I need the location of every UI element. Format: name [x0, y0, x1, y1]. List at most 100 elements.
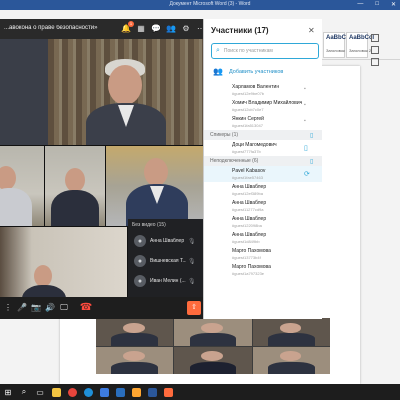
- participant-row[interactable]: Янкин Сергей #guest1fa513047 ▪: [204, 114, 322, 130]
- style-name: Заголовок 2: [349, 48, 372, 53]
- participant-name: Анна Шваблер: [232, 232, 267, 238]
- word-title: Документ Microsoft Word (3) - Word: [169, 1, 251, 7]
- video-off-icon: ▪: [304, 118, 306, 124]
- participant-row[interactable]: Анна Шваблер #guest11277cd9a: [204, 198, 322, 214]
- no-video-item[interactable]: ● Анна Шваблер 🎙: [128, 231, 203, 251]
- participants-list: Харламов Валентин #guest12e9be07b ▪ Хоми…: [204, 82, 322, 278]
- add-participants-button[interactable]: 👥 Добавить участников: [213, 67, 283, 76]
- no-video-title: Без видео (15): [132, 222, 166, 228]
- mic-muted-icon: 🎙: [188, 238, 196, 245]
- minimize-icon[interactable]: —: [357, 1, 363, 9]
- word-icon[interactable]: [144, 384, 160, 400]
- search-icon[interactable]: ⌕: [16, 384, 32, 400]
- meeting-app-icon[interactable]: [160, 384, 176, 400]
- video-thumb: [252, 318, 330, 346]
- editing-group: [371, 34, 393, 70]
- select-icon[interactable]: [371, 58, 379, 66]
- screen-icon[interactable]: 🖵: [58, 300, 70, 316]
- participants-header: Участники (17): [211, 26, 269, 35]
- participant-name: Харламов Валентин: [232, 84, 280, 90]
- participant-id: #guest122098ba: [232, 223, 262, 228]
- video-thumb: [96, 318, 174, 346]
- notification-badge: 1: [128, 21, 134, 27]
- participant-name: Анна Шваблер: [232, 216, 267, 222]
- edge-icon[interactable]: [80, 384, 96, 400]
- close-icon[interactable]: ✕: [308, 26, 315, 35]
- reconnect-icon[interactable]: ⟳: [304, 170, 310, 178]
- style-heading-1[interactable]: AaBbCc Заголовок 1: [323, 32, 349, 58]
- video-thumb: [252, 346, 330, 374]
- search-input[interactable]: [223, 48, 314, 54]
- section-speakers: Спикеры (1) ▯: [204, 130, 322, 140]
- task-view-icon[interactable]: ▭: [32, 384, 48, 400]
- add-participants-label: Добавить участников: [228, 68, 284, 75]
- participants-search[interactable]: ⌕: [211, 43, 319, 59]
- participant-id: #guest12e9be07b: [232, 91, 265, 96]
- mic-muted-icon: 🎙: [188, 278, 196, 285]
- notification-icon[interactable]: 🔔 1: [120, 21, 134, 35]
- participant-row[interactable]: Pavel Kabasov #guest1fae57463 ⟳: [204, 166, 322, 182]
- participant-row[interactable]: Марго Пахомова #guest13773b4f: [204, 246, 322, 262]
- no-video-panel: Без видео (15) ● Анна Шваблер 🎙 ● Вишнев…: [128, 219, 203, 309]
- camera-icon[interactable]: 📷: [30, 300, 42, 316]
- video-tile-man-2[interactable]: [45, 146, 105, 226]
- participant-row[interactable]: Марго Пахомова #guest1a797323e: [204, 262, 322, 278]
- no-video-item[interactable]: ● Иван Мелин (... 🎙: [128, 271, 203, 291]
- word-window-controls: — □ ✕: [357, 1, 396, 9]
- browser-icon[interactable]: [64, 384, 80, 400]
- close-icon[interactable]: ✕: [391, 1, 396, 9]
- section-title: Спикеры (1): [210, 132, 239, 138]
- find-icon[interactable]: [371, 34, 379, 42]
- user-icon: ●: [134, 255, 146, 267]
- chat-icon[interactable]: 💬: [150, 23, 162, 35]
- participant-name: Анна Шваблер: [232, 200, 267, 206]
- search-icon: ⌕: [216, 47, 220, 54]
- no-video-item[interactable]: ● Вишневская Т... 🎙: [128, 251, 203, 271]
- app-icon[interactable]: [128, 384, 144, 400]
- no-video-name: Иван Мелин (...: [150, 278, 186, 284]
- video-thumb: [174, 318, 252, 346]
- mic-off-icon[interactable]: 🎤: [16, 300, 28, 316]
- section-unconnected: Неподключенные (6) ▯: [204, 156, 322, 166]
- mail-icon[interactable]: [112, 384, 128, 400]
- replace-icon[interactable]: [371, 46, 379, 54]
- participant-row[interactable]: Анна Шваблер #guest122098ba: [204, 214, 322, 230]
- hangup-icon[interactable]: ☎: [78, 300, 94, 316]
- grid-icon[interactable]: ⋮: [2, 300, 14, 316]
- participant-id: #guest1a797323e: [232, 271, 265, 276]
- start-icon[interactable]: ⊞: [0, 384, 16, 400]
- share-screen-icon[interactable]: ⇧: [187, 301, 201, 315]
- participant-id: #guest777fa37b: [232, 149, 261, 154]
- participant-row[interactable]: Анна Шваблер #guest12ef389ba: [204, 182, 322, 198]
- settings-icon[interactable]: ⚙: [180, 23, 192, 35]
- style-heading-2[interactable]: AaBbCcI Заголовок 2: [346, 32, 374, 58]
- user-icon: ●: [134, 275, 146, 287]
- participant-id: #guest1fa513047: [232, 123, 263, 128]
- style-name: Заголовок 1: [326, 48, 349, 53]
- speaker-icon[interactable]: 🔊: [44, 300, 56, 316]
- store-icon[interactable]: [96, 384, 112, 400]
- participant-row[interactable]: Харламов Валентин #guest12e9be07b ▪: [204, 82, 322, 98]
- layout-grid-icon[interactable]: ▦: [135, 23, 147, 35]
- add-user-icon: 👥: [213, 67, 223, 76]
- participant-row[interactable]: Хомич Владимир Михайлович #guest12cb7c0e…: [204, 98, 322, 114]
- participant-id: #guest12ef389ba: [232, 191, 263, 196]
- word-titlebar: Документ Microsoft Word (3) - Word — □ ✕: [0, 0, 400, 10]
- video-tile-man-3[interactable]: [106, 146, 203, 226]
- maximize-icon[interactable]: □: [375, 1, 379, 9]
- participant-row[interactable]: Доци Магомедович #guest777fa37b ▯: [204, 140, 322, 156]
- participant-row[interactable]: Анна Шваблер #guest1d849bb: [204, 230, 322, 246]
- video-tile-left[interactable]: [0, 39, 48, 145]
- meeting-controls: ⋮ 🎤 📷 🔊 🖵 ☎ ⇧: [0, 297, 203, 319]
- explorer-icon[interactable]: [48, 384, 64, 400]
- meeting-title: ...авокона о праве безопасности»: [4, 25, 98, 31]
- participant-id: #guest12cb7c0e7: [232, 107, 264, 112]
- no-video-name: Вишневская Т...: [150, 258, 186, 264]
- video-tile-speaker[interactable]: [48, 39, 203, 145]
- participant-id: #guest1fae57463: [232, 175, 263, 180]
- participants-icon[interactable]: 👥: [165, 23, 177, 35]
- pasted-video-screenshot: [96, 318, 330, 374]
- video-off-icon: ▪: [304, 86, 306, 92]
- participant-id: #guest11277cd9a: [232, 207, 264, 212]
- video-tile-partial[interactable]: [0, 146, 44, 226]
